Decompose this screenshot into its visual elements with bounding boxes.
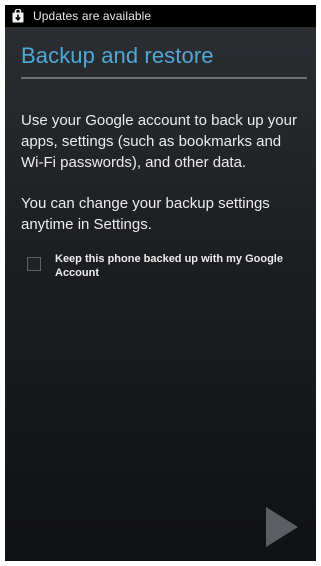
backup-option-row[interactable]: Keep this phone backed up with my Google… [27,252,309,280]
title-divider [21,77,307,79]
next-arrow-icon[interactable] [264,505,300,549]
setup-screen: Updates are available Backup and restore… [5,5,316,561]
status-bar[interactable]: Updates are available [5,5,316,27]
backup-checkbox-label[interactable]: Keep this phone backed up with my Google… [55,252,305,280]
backup-checkbox[interactable] [27,257,41,271]
page-title: Backup and restore [21,43,214,68]
settings-hint: You can change your backup settings anyt… [21,195,270,233]
download-bag-icon [12,9,24,23]
backup-description: Use your Google account to back up your … [21,112,297,171]
status-notification-text: Updates are available [33,9,152,23]
